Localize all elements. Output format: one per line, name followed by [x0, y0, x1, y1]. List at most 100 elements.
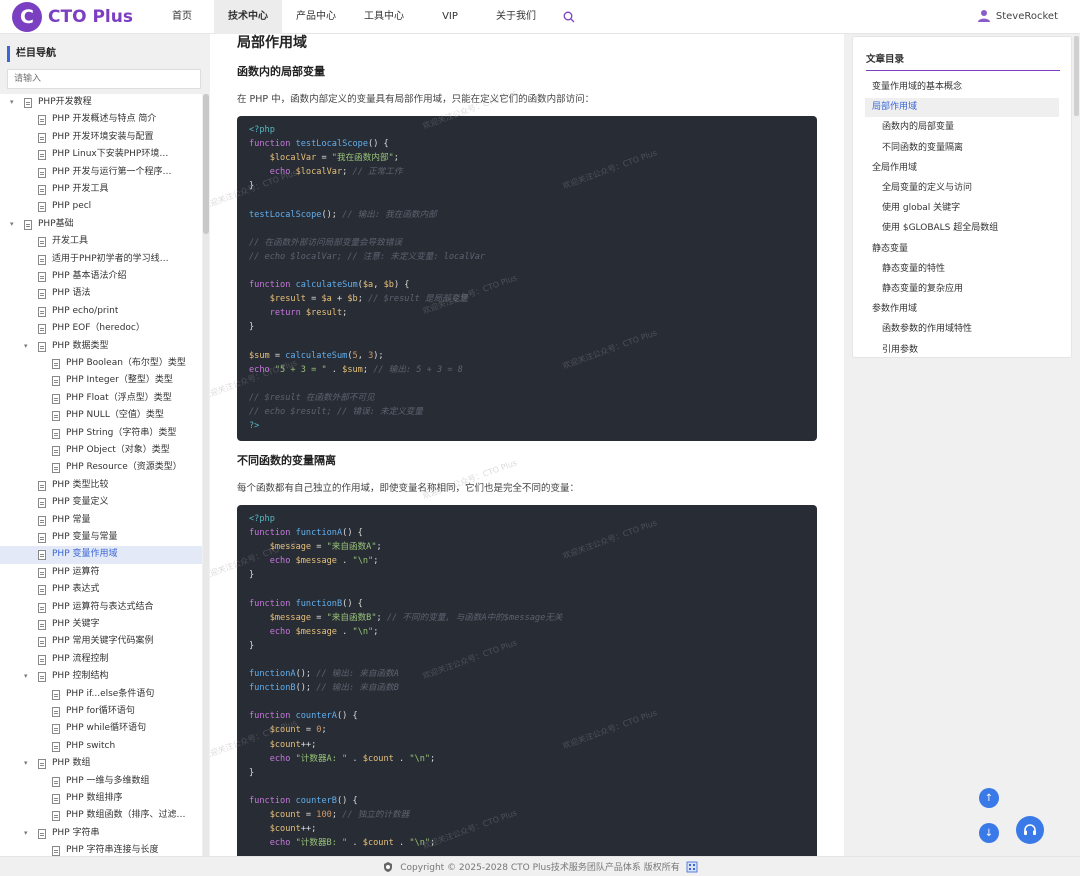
toc-item[interactable]: 全局作用域 [865, 159, 1059, 178]
nav-item[interactable]: 工具中心 [350, 0, 418, 34]
sidebar-tree-item[interactable]: PHP for循环语句 [0, 703, 202, 720]
sidebar-tree-item[interactable]: PHP Float（浮点型）类型 [0, 390, 202, 407]
sidebar-tree-item[interactable]: PHP 开发概述与特点 简介 [0, 111, 202, 128]
sidebar-tree-item[interactable]: PHP 字符串连接与长度 [0, 842, 202, 856]
sidebar-tree-item[interactable]: PHP 运算符与表达式结合 [0, 599, 202, 616]
user-menu[interactable]: SteveRocket [977, 9, 1058, 23]
code-token: . [393, 838, 410, 849]
sidebar-tree-item[interactable]: PHP switch [0, 738, 202, 755]
sidebar-tree-item[interactable]: PHP echo/print [0, 303, 202, 320]
toc-item[interactable]: 函数参数的作用域特性 [865, 320, 1059, 339]
code-token: function [249, 280, 296, 291]
sidebar-tree-label: PHP EOF（heredoc） [52, 323, 145, 334]
sidebar-tree-item[interactable]: PHP 基本语法介绍 [0, 268, 202, 285]
document-icon [38, 828, 46, 839]
sidebar-tree-item[interactable]: PHP 开发工具 [0, 181, 202, 198]
toc-item[interactable]: 不同函数的变量隔离 [865, 139, 1059, 158]
caret-down-icon[interactable]: ▾ [24, 755, 32, 772]
sidebar-tree-item[interactable]: ▾ PHP 字符串 [0, 825, 202, 842]
sidebar-tree-item[interactable]: PHP 开发环境安装与配置 [0, 129, 202, 146]
sidebar-tree-item[interactable]: PHP 常用关键字代码案例 [0, 633, 202, 650]
sidebar-tree-item[interactable]: PHP while循环语句 [0, 720, 202, 737]
sidebar-tree-label: PHP for循环语句 [66, 706, 135, 716]
support-button[interactable] [1016, 816, 1044, 844]
sidebar-tree-item[interactable]: PHP 运算符 [0, 564, 202, 581]
code-token: $message [295, 626, 337, 637]
toc-item[interactable]: 引用参数 [865, 341, 1059, 357]
toc-item[interactable]: 使用 global 关键字 [865, 199, 1059, 218]
nav-item[interactable]: 首页 [150, 0, 214, 34]
document-icon [38, 341, 46, 352]
document-icon [52, 359, 60, 369]
code-token: // 输出: 5 + 3 = 8 [373, 364, 463, 375]
sidebar-tree-item[interactable]: PHP Object（对象）类型 [0, 442, 202, 459]
sidebar-tree-item[interactable]: PHP Resource（资源类型） [0, 459, 202, 476]
left-sidebar: 栏目导航 ▾ PHP开发教程 PHP 开发概述与特点 简介 PHP 开发环境安装与配置… [0, 34, 210, 856]
toc-item[interactable]: 参数作用域 [865, 300, 1059, 319]
toc-item[interactable]: 局部作用域 [865, 98, 1059, 118]
page-scrollbar-thumb[interactable] [1074, 36, 1079, 116]
caret-down-icon[interactable]: ▾ [24, 668, 32, 685]
toc-item[interactable]: 静态变量的特性 [865, 260, 1059, 279]
site-logo[interactable]: C CTO Plus [12, 2, 133, 32]
code-token: "计数器A: " [295, 753, 348, 764]
sidebar-tree-item[interactable]: PHP 常量 [0, 512, 202, 529]
search-icon[interactable] [563, 11, 575, 23]
sidebar-tree-item[interactable]: ▾ PHP 数组 [0, 755, 202, 772]
sidebar-tree-item[interactable]: ▾ PHP 控制结构 [0, 668, 202, 685]
sidebar-tree-item[interactable]: ▾ PHP 数据类型 [0, 338, 202, 355]
scroll-down-button[interactable]: ↓ [979, 823, 999, 843]
toc-item[interactable]: 静态变量 [865, 240, 1059, 259]
sidebar-tree-item[interactable]: PHP 语法 [0, 285, 202, 302]
sidebar-tree-item[interactable]: PHP 一维与多维数组 [0, 773, 202, 790]
scroll-up-button[interactable]: ↑ [979, 788, 999, 808]
sidebar-tree-item[interactable]: PHP EOF（heredoc） [0, 320, 202, 337]
sidebar-tree-item[interactable]: PHP 变量与常量 [0, 529, 202, 546]
caret-down-icon[interactable]: ▾ [24, 825, 32, 842]
sidebar-tree-item[interactable]: PHP 数组函数（排序、过滤… [0, 807, 202, 824]
caret-down-icon[interactable]: ▾ [24, 338, 32, 355]
sidebar-tree-item[interactable]: PHP NULL（空值）类型 [0, 407, 202, 424]
sidebar-tree-item[interactable]: PHP 类型比较 [0, 477, 202, 494]
nav-item[interactable]: 技术中心 [214, 0, 282, 34]
toc-item[interactable]: 变量作用域的基本概念 [865, 78, 1059, 97]
sidebar-tree-item[interactable]: PHP 变量作用域 [0, 546, 202, 564]
code-line: $result = $a + $b; // $result 是局部变量 [249, 292, 805, 306]
sidebar-tree-item[interactable]: 开发工具 [0, 233, 202, 250]
sidebar-tree-item[interactable]: PHP 流程控制 [0, 651, 202, 668]
sidebar-tree-item[interactable]: PHP Integer（整型）类型 [0, 372, 202, 389]
toc-item[interactable]: 使用 $GLOBALS 超全局数组 [865, 219, 1059, 238]
sidebar-search-input[interactable] [7, 69, 201, 89]
logo-text: CTO Plus [48, 7, 133, 27]
caret-down-icon[interactable]: ▾ [10, 94, 18, 111]
sidebar-tree-item[interactable]: ▾ PHP开发教程 [0, 94, 202, 111]
article-content: 局部作用域 函数内的局部变量 在 PHP 中，函数内部定义的变量具有局部作用域，… [210, 34, 844, 856]
sidebar-tree-item[interactable]: PHP if...else条件语句 [0, 686, 202, 703]
caret-down-icon[interactable]: ▾ [10, 216, 18, 233]
nav-item[interactable]: 产品中心 [282, 0, 350, 34]
code-block-local[interactable]: <?php function testLocalScope() { $localV… [237, 116, 817, 441]
sidebar-tree-item[interactable]: PHP 开发与运行第一个程序… [0, 164, 202, 181]
sidebar-tree-item[interactable]: PHP pecl [0, 198, 202, 215]
code-block-isolation[interactable]: <?php function functionA() { $message = "… [237, 505, 817, 856]
sidebar-scrollbar-thumb[interactable] [203, 94, 209, 234]
sidebar-tree-item[interactable]: PHP Linux下安装PHP环境… [0, 146, 202, 163]
sidebar-scrollbar[interactable] [203, 94, 209, 856]
sidebar-tree-item[interactable]: PHP 表达式 [0, 581, 202, 598]
code-line: echo $localVar; // 正常工作 [249, 165, 805, 179]
toc-item[interactable]: 全局变量的定义与访问 [865, 179, 1059, 198]
nav-item[interactable]: 关于我们 [482, 0, 550, 34]
code-token: . [393, 753, 410, 764]
toc-item[interactable]: 函数内的局部变量 [865, 118, 1059, 137]
sidebar-tree-item[interactable]: PHP 关键字 [0, 616, 202, 633]
sidebar-tree-item[interactable]: PHP 数组排序 [0, 790, 202, 807]
sidebar-tree-item[interactable]: PHP String（字符串）类型 [0, 425, 202, 442]
nav-item[interactable]: VIP [418, 0, 482, 34]
sidebar-tree-item[interactable]: PHP 变量定义 [0, 494, 202, 511]
code-token: ; [342, 167, 353, 178]
sidebar-tree-item[interactable]: ▾ PHP基础 [0, 216, 202, 233]
sidebar-tree-item[interactable]: 适用于PHP初学者的学习线… [0, 251, 202, 268]
sidebar-tree-item[interactable]: PHP Boolean（布尔型）类型 [0, 355, 202, 372]
toc-item[interactable]: 静态变量的复杂应用 [865, 280, 1059, 299]
